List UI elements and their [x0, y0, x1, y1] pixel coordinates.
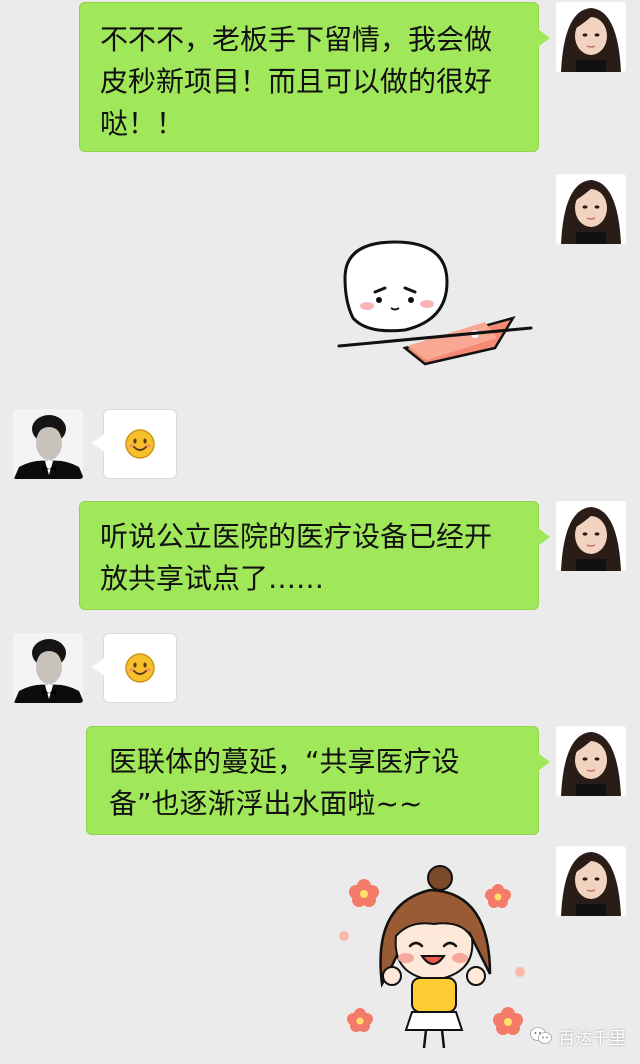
avatar[interactable] — [556, 846, 626, 916]
avatar[interactable] — [556, 2, 626, 72]
message-bubble[interactable]: 听说公立医院的医疗设备已经开放共享试点了…… — [79, 501, 550, 610]
wechat-official-account-icon — [530, 1027, 552, 1045]
message-bubble[interactable]: 医联体的蔓延，“共享医疗设备”也逐渐浮出水面啦~~ — [86, 726, 550, 835]
message-bubble[interactable]: 不不不，老板手下留情，我会做皮秒新项目！而且可以做的很好哒！！ — [79, 2, 550, 152]
watermark-text: 百达千里 — [558, 1028, 626, 1049]
avatar[interactable] — [556, 174, 626, 244]
flower-girl-sticker[interactable] — [330, 864, 530, 1054]
avatar[interactable] — [13, 633, 83, 703]
smile-emoji-icon — [124, 652, 156, 684]
message-bubble[interactable] — [92, 633, 177, 703]
message-text: 医联体的蔓延，“共享医疗设备”也逐渐浮出水面啦~~ — [109, 745, 460, 820]
avatar[interactable] — [13, 409, 83, 479]
message-text: 听说公立医院的医疗设备已经开放共享试点了…… — [100, 520, 493, 595]
smile-emoji-icon — [124, 428, 156, 460]
typing-laptop-sticker[interactable] — [335, 238, 535, 368]
avatar[interactable] — [556, 726, 626, 796]
message-text: 不不不，老板手下留情，我会做皮秒新项目！而且可以做的很好哒！！ — [100, 23, 493, 140]
message-bubble[interactable] — [92, 409, 177, 479]
watermark: 百达千里 — [530, 1022, 626, 1050]
avatar[interactable] — [556, 501, 626, 571]
